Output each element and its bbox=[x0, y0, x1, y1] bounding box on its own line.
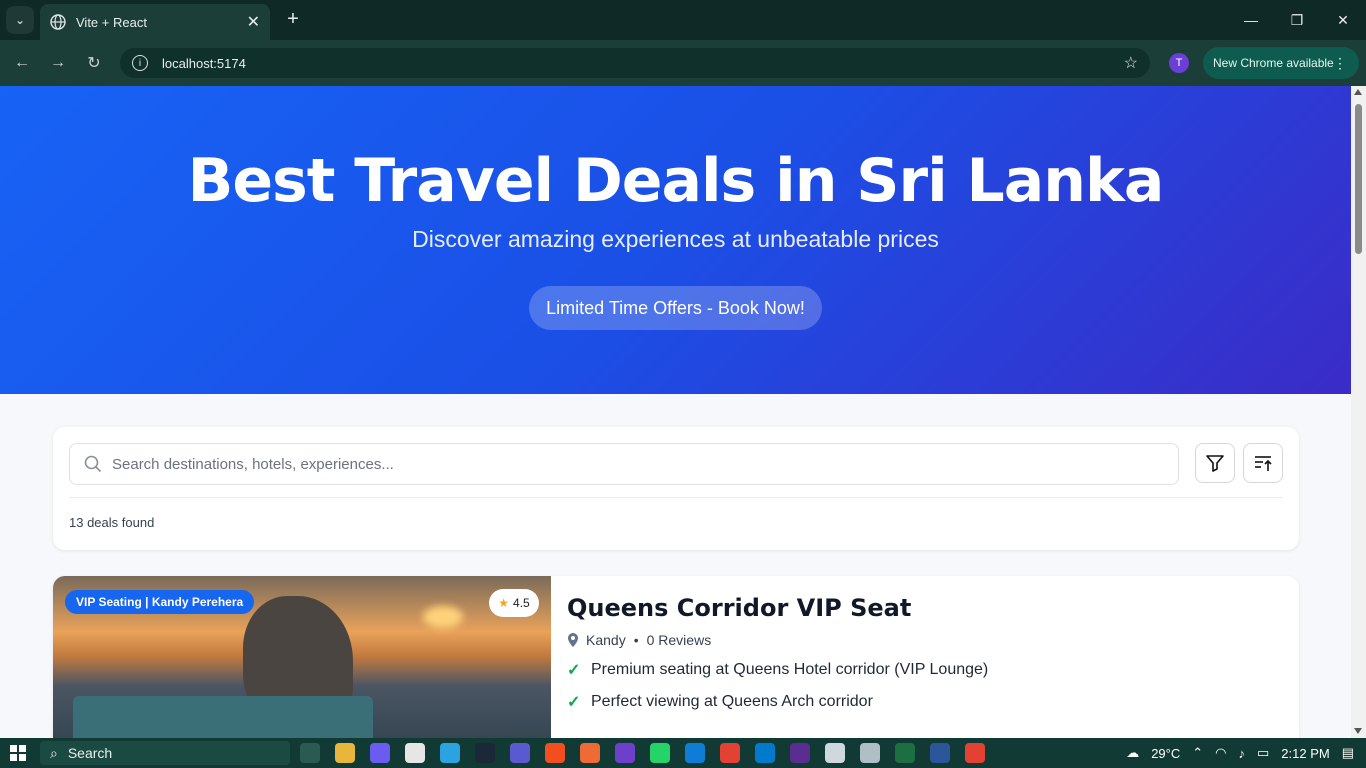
deal-location: Kandy bbox=[586, 632, 626, 648]
visual-studio-icon[interactable] bbox=[790, 743, 810, 763]
vscode-icon[interactable] bbox=[755, 743, 775, 763]
whatsapp-icon[interactable] bbox=[650, 743, 670, 763]
tray-chevron-icon[interactable]: ⌃ bbox=[1192, 745, 1203, 761]
new-chrome-button[interactable]: New Chrome available ⋮ bbox=[1203, 47, 1359, 79]
taskbar-search[interactable]: ⌕ Search bbox=[40, 741, 290, 765]
hero-title: Best Travel Deals in Sri Lanka bbox=[187, 146, 1165, 216]
figma-icon[interactable] bbox=[545, 743, 565, 763]
close-tab-icon[interactable]: ✕ bbox=[247, 12, 260, 32]
page-viewport: Best Travel Deals in Sri Lanka Discover … bbox=[0, 86, 1351, 738]
clock[interactable]: 2:12 PM bbox=[1281, 746, 1329, 761]
deal-meta: Kandy • 0 Reviews bbox=[567, 632, 1267, 648]
deal-details: Queens Corridor VIP Seat Kandy • 0 Revie… bbox=[567, 594, 1267, 712]
github-icon[interactable] bbox=[615, 743, 635, 763]
minimize-button[interactable]: — bbox=[1228, 0, 1274, 40]
sort-button[interactable] bbox=[1243, 443, 1283, 483]
globe-icon bbox=[50, 14, 66, 30]
wifi-icon[interactable]: ◠ bbox=[1215, 745, 1226, 761]
hero-subtitle: Discover amazing experiences at unbeatab… bbox=[412, 226, 939, 252]
star-icon: ★ bbox=[498, 596, 510, 610]
search-input[interactable]: Search destinations, hotels, experiences… bbox=[69, 443, 1179, 485]
capcut-icon[interactable] bbox=[405, 743, 425, 763]
weather-icon[interactable]: ☁ bbox=[1126, 745, 1139, 761]
divider bbox=[69, 497, 1283, 498]
meta-separator: • bbox=[633, 632, 639, 648]
new-chrome-label: New Chrome available bbox=[1213, 56, 1334, 70]
active-tab[interactable]: Vite + React ✕ bbox=[40, 4, 270, 40]
new-tab-button[interactable]: + bbox=[282, 8, 304, 32]
steam-icon[interactable] bbox=[475, 743, 495, 763]
feature-text: Perfect viewing at Queens Arch corridor bbox=[591, 693, 873, 710]
close-window-button[interactable]: ✕ bbox=[1320, 0, 1366, 40]
taskbar-search-label: Search bbox=[67, 745, 113, 761]
sql-icon[interactable] bbox=[860, 743, 880, 763]
rating-value: 4.5 bbox=[513, 596, 530, 610]
app-icon[interactable] bbox=[510, 743, 530, 763]
taskbar-search-icon: ⌕ bbox=[50, 744, 58, 761]
deal-image: VIP Seating | Kandy Perehera ★ 4.5 bbox=[53, 576, 551, 738]
check-icon: ✓ bbox=[567, 694, 581, 711]
search-placeholder: Search destinations, hotels, experiences… bbox=[112, 455, 394, 473]
url-text: localhost:5174 bbox=[162, 55, 246, 71]
tab-search-button[interactable]: ⌄ bbox=[6, 6, 34, 34]
site-info-icon[interactable]: i bbox=[132, 55, 148, 71]
feature-text: Premium seating at Queens Hotel corridor… bbox=[591, 661, 989, 678]
check-icon: ✓ bbox=[567, 662, 581, 679]
windows-taskbar: ⌕ Search ☁ 29°C ⌃ ◠ ♪ ▭ 2:12 PM ▤ bbox=[0, 738, 1366, 768]
feature-item: ✓ Premium seating at Queens Hotel corrid… bbox=[567, 660, 1267, 680]
page-scrollbar[interactable] bbox=[1351, 86, 1366, 738]
deal-title[interactable]: Queens Corridor VIP Seat bbox=[567, 594, 1267, 622]
system-tray: ☁ 29°C ⌃ ◠ ♪ ▭ 2:12 PM ▤ bbox=[1114, 738, 1354, 768]
limited-offers-button[interactable]: Limited Time Offers - Book Now! bbox=[529, 286, 822, 330]
filter-icon bbox=[1206, 455, 1224, 472]
file-explorer-icon[interactable] bbox=[335, 743, 355, 763]
scroll-down-arrow-icon[interactable] bbox=[1354, 728, 1362, 734]
excel-icon[interactable] bbox=[895, 743, 915, 763]
notepad-icon[interactable] bbox=[825, 743, 845, 763]
rating-pill: ★ 4.5 bbox=[489, 589, 539, 617]
word-icon[interactable] bbox=[930, 743, 950, 763]
search-icon bbox=[84, 455, 102, 473]
sunset-glow bbox=[423, 606, 463, 628]
scroll-thumb[interactable] bbox=[1355, 104, 1362, 254]
scroll-up-arrow-icon[interactable] bbox=[1354, 89, 1362, 95]
deal-reviews: 0 Reviews bbox=[646, 632, 712, 648]
chrome-icon[interactable] bbox=[720, 743, 740, 763]
notifications-icon[interactable]: ▤ bbox=[1342, 745, 1354, 761]
volume-icon[interactable]: ♪ bbox=[1238, 746, 1245, 761]
weather-temp[interactable]: 29°C bbox=[1151, 746, 1180, 761]
taskbar-apps bbox=[300, 743, 1000, 763]
tab-title: Vite + React bbox=[76, 14, 147, 30]
results-count: 13 deals found bbox=[69, 515, 155, 530]
bookmark-star-icon[interactable]: ☆ bbox=[1124, 53, 1138, 73]
copilot-icon[interactable] bbox=[370, 743, 390, 763]
app-icon[interactable] bbox=[580, 743, 600, 763]
deal-badge: VIP Seating | Kandy Perehera bbox=[65, 590, 255, 614]
pool-water bbox=[73, 696, 373, 738]
chrome-active-icon[interactable] bbox=[965, 743, 985, 763]
battery-icon[interactable]: ▭ bbox=[1257, 745, 1269, 761]
windows-start-icon[interactable] bbox=[10, 745, 26, 761]
edge-icon[interactable] bbox=[685, 743, 705, 763]
feature-item: ✓ Perfect viewing at Queens Arch corrido… bbox=[567, 692, 1267, 712]
hero-banner: Best Travel Deals in Sri Lanka Discover … bbox=[0, 86, 1351, 394]
location-pin-icon bbox=[568, 633, 578, 647]
menu-dots-icon[interactable]: ⋮ bbox=[1333, 55, 1347, 72]
reload-button[interactable]: ↻ bbox=[81, 50, 107, 76]
search-panel: Search destinations, hotels, experiences… bbox=[53, 427, 1299, 550]
deal-card[interactable]: VIP Seating | Kandy Perehera ★ 4.5 Queen… bbox=[53, 576, 1299, 738]
address-bar[interactable]: i localhost:5174 ☆ bbox=[120, 48, 1150, 78]
restore-button[interactable]: ❐ bbox=[1274, 0, 1320, 40]
task-view-icon[interactable] bbox=[300, 743, 320, 763]
profile-avatar[interactable]: T bbox=[1169, 53, 1189, 73]
back-button[interactable]: ← bbox=[9, 50, 35, 76]
filter-button[interactable] bbox=[1195, 443, 1235, 483]
sort-icon bbox=[1255, 456, 1272, 471]
forward-button[interactable]: → bbox=[45, 50, 71, 76]
tab-strip: ⌄ Vite + React ✕ + — ❐ ✕ bbox=[0, 0, 1366, 40]
telegram-icon[interactable] bbox=[440, 743, 460, 763]
